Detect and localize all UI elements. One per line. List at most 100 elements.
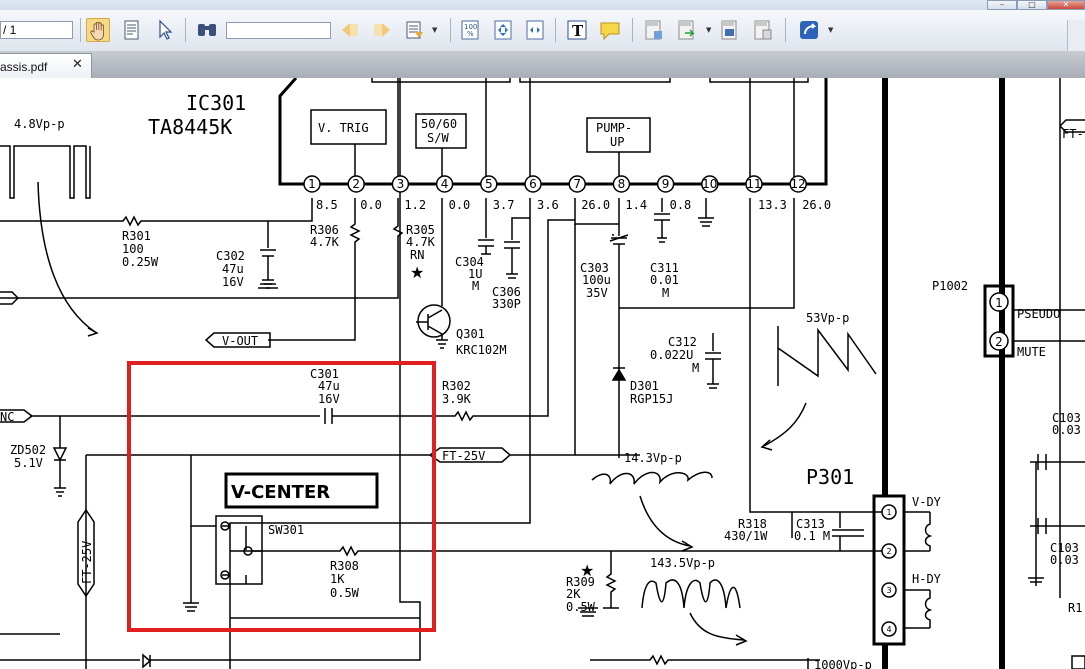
actual-size-button[interactable]: 100%	[458, 18, 482, 42]
svg-text:%: %	[467, 30, 474, 38]
pin-voltage: 3.7	[493, 198, 515, 212]
find-input[interactable]	[226, 22, 331, 39]
hand-tool-button[interactable]	[86, 18, 110, 42]
r305-type: RN	[410, 248, 424, 262]
merge-pdf-button[interactable]	[718, 18, 742, 42]
c312-tol: M	[692, 361, 699, 375]
c103a-value: 0.03	[1052, 423, 1081, 437]
c302-label: C302	[216, 249, 245, 263]
chevron-down-icon[interactable]: ▼	[828, 26, 833, 34]
c303-value: 100u	[582, 273, 611, 287]
prev-result-button[interactable]	[338, 18, 362, 42]
pump-label-2: UP	[610, 135, 624, 149]
close-window-button[interactable]: ✕	[1047, 0, 1085, 10]
pin-voltage: 0.0	[360, 198, 382, 212]
ft-right-label: FT-	[1062, 127, 1084, 141]
connector-pin-number: 2	[995, 335, 1003, 349]
ft25v-horizontal-label: FT-25V	[442, 449, 485, 463]
waveform-53-label: 53Vp-p	[806, 311, 849, 325]
pdf-merge-icon	[721, 20, 737, 40]
r302-label: R302	[442, 379, 471, 393]
ic-part: TA8445K	[148, 115, 232, 139]
tab-label: assis.pdf	[0, 60, 48, 74]
typewriter-icon: T	[567, 20, 587, 40]
zoom-menu-icon	[406, 21, 423, 39]
page-number-input[interactable]: / 1	[0, 21, 73, 39]
r305-value: 4.7K	[406, 235, 436, 249]
waveform-143-label: 14.3Vp-p	[624, 451, 682, 465]
export-pdf-button[interactable]	[675, 18, 699, 42]
actual-size-icon: 100%	[461, 20, 479, 40]
pin-voltage: 26.0	[581, 198, 610, 212]
ic-pin-number: 2	[352, 177, 360, 191]
p301-pins: 1 2 3 4	[881, 504, 897, 637]
pdf-create-icon	[645, 20, 662, 40]
c306-value: 330P	[492, 297, 521, 311]
r308-label: R308	[330, 559, 359, 573]
pin-voltages: 8.5 0.0 1.2 0.0 3.7 3.6 26.0 1.4 0.8 13.3 26.0	[316, 198, 831, 212]
r301-label: R301	[122, 229, 151, 243]
c311-value: 0.01	[650, 273, 679, 287]
close-tab-icon[interactable]: ✕	[72, 57, 83, 72]
zd502-value: 5.1V	[14, 456, 43, 470]
select-pointer-button[interactable]	[153, 18, 177, 42]
pointer-icon	[159, 19, 173, 40]
maximize-button[interactable]: □	[1017, 0, 1047, 10]
text-select-icon	[124, 20, 139, 40]
fit-width-button[interactable]	[523, 18, 547, 42]
c311-tol: M	[662, 286, 669, 300]
ic-pin-number: 9	[662, 177, 670, 191]
ic-pin-number: 8	[618, 177, 626, 191]
zoom-menu-button[interactable]	[403, 18, 427, 42]
c313-value: 0.1 M	[794, 529, 830, 543]
p301-label: P301	[806, 465, 854, 489]
document-tabbar: assis.pdf ✕	[0, 51, 1085, 78]
find-icon	[198, 24, 216, 36]
text-select-button[interactable]	[120, 18, 144, 42]
waveform-label: 4.8Vp-p	[14, 117, 65, 131]
hand-tool-icon	[90, 21, 104, 41]
d301-label: D301	[630, 379, 659, 393]
schematic-drawing: 1 2 3 4 5 6 7 8 9 10 11 12 ★ ★ IC301 TA8445K 4.8Vp-…	[0, 78, 1085, 669]
c312-label: C312	[668, 335, 697, 349]
fit-page-button[interactable]	[491, 18, 515, 42]
v-out-label: V-OUT	[222, 334, 258, 348]
comment-button[interactable]	[598, 18, 622, 42]
pin-voltage: 0.8	[670, 198, 692, 212]
waveform-1000-label: 1000Vp-p	[814, 658, 872, 669]
d301-part: RGP15J	[630, 392, 673, 406]
share-button[interactable]	[797, 18, 821, 42]
vtrig-block-label: V. TRIG	[318, 121, 369, 135]
toolbar-separator	[785, 18, 786, 42]
chevron-down-icon[interactable]: ▼	[706, 26, 711, 34]
pump-label: PUMP-	[596, 121, 632, 135]
chevron-down-icon[interactable]: ▼	[432, 26, 437, 34]
r309-value: 2K	[566, 587, 581, 601]
typewriter-button[interactable]: T	[565, 18, 589, 42]
pin-voltage: 0.0	[449, 198, 471, 212]
ic-pin-number: 12	[791, 177, 806, 191]
create-pdf-button[interactable]	[642, 18, 666, 42]
convert-pdf-button[interactable]	[751, 18, 775, 42]
next-result-button[interactable]	[370, 18, 394, 42]
waveform-1435-label: 143.5Vp-p	[650, 556, 715, 570]
p301-pin-number: 1	[886, 508, 891, 517]
ic-pin-number: 5	[485, 177, 493, 191]
document-view[interactable]: 1 2 3 4 5 6 7 8 9 10 11 12 ★ ★ IC301 TA8445K 4.8Vp-…	[0, 78, 1085, 669]
minimize-button[interactable]: –	[987, 0, 1017, 10]
c301-value: 47u	[318, 379, 340, 393]
main-toolbar: / 1 ▼ 100% T ▼ ▼	[0, 10, 1085, 61]
r309-power: 0.5W	[566, 600, 596, 614]
r302-value: 3.9K	[442, 392, 472, 406]
ic-pin-number: 10	[702, 177, 717, 191]
zd502-label: ZD502	[10, 443, 46, 457]
r301-power: 0.25W	[122, 255, 159, 269]
find-button[interactable]	[195, 18, 219, 42]
ic-pin-number: 7	[573, 177, 581, 191]
pdf-convert-icon	[754, 20, 772, 40]
document-tab[interactable]: assis.pdf ✕	[0, 53, 92, 78]
r1-label: R1	[1068, 601, 1082, 615]
star-mark-icon: ★	[410, 263, 424, 282]
r318-value: 430/1W	[724, 529, 768, 543]
pin-voltage: 13.3	[758, 198, 787, 212]
